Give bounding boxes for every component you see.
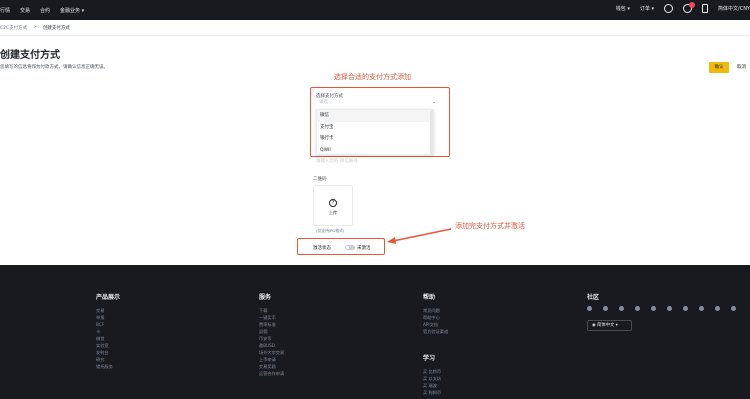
chevron-down-icon: ▾ [614, 323, 618, 328]
footer-link[interactable]: 卡 [96, 328, 120, 335]
download-icon[interactable] [702, 4, 709, 13]
annotation-arrow [387, 228, 452, 244]
footer-link[interactable]: 帮助中心 [423, 314, 448, 321]
activation-status-value: 未激活 [357, 246, 371, 251]
footer-col-services: 服务 下载 一键买币 费率标准 返佣 币安币 邀BUSD 场外大宗交易 上币申请… [259, 292, 284, 377]
discord-icon[interactable] [587, 306, 592, 311]
account-input-placeholder[interactable]: 请输入您的·微信账号 [316, 158, 358, 164]
reddit-icon[interactable] [635, 306, 640, 311]
footer-link[interactable]: 费率标准 [259, 321, 284, 328]
footer-link[interactable]: 研究 [96, 356, 120, 363]
option-wechat[interactable]: 微信 [317, 110, 433, 122]
divider [0, 35, 750, 36]
annotation-select-method: 选择合适的支付方式添加 [334, 73, 411, 81]
activation-toggle[interactable] [345, 245, 355, 250]
footer-col-community: 社区 [587, 292, 599, 307]
footer-col-title: 帮助 [423, 294, 436, 301]
footer-col-title: 服务 [259, 294, 272, 301]
option-alipay[interactable]: 支付宝 [317, 122, 433, 134]
footer-link[interactable]: 买 以太坊 [423, 375, 441, 382]
footer-link[interactable]: 官方验证渠道 [423, 328, 448, 335]
nav-item-finance[interactable]: 金融业务 ▾ [60, 7, 84, 14]
qr-code-label: 二维码 [313, 177, 327, 182]
footer-link[interactable]: 币安币 [259, 335, 284, 342]
nav-item-orders[interactable]: 订单 ▾ [640, 5, 654, 12]
upload-icon: ? [329, 199, 337, 207]
coinmarketcap-icon[interactable] [699, 306, 704, 311]
footer-link[interactable]: 猎托服务 [96, 363, 120, 370]
page-title: 创建支付方式 [0, 50, 60, 61]
breadcrumb-parent[interactable]: C2C支付方式 [0, 25, 27, 31]
footer-link[interactable]: 常见问题 [423, 307, 448, 314]
footer-link[interactable]: 实验室 [96, 342, 120, 349]
twitter-icon[interactable] [619, 306, 624, 311]
footer-link[interactable]: 交易 [96, 307, 120, 314]
footer-link[interactable]: 买 狗狗币 [423, 389, 441, 396]
nav-language-currency[interactable]: 简体中文/CNY [718, 5, 750, 12]
nav-item-futures[interactable]: 合约 [40, 7, 50, 14]
footer-link[interactable]: 借贷 [96, 335, 120, 342]
instagram-icon[interactable] [683, 306, 688, 311]
payment-method-placeholder: 请选 [319, 100, 328, 105]
chevron-down-icon: ⌄ [432, 100, 436, 105]
footer-col-title: 社区 [587, 294, 600, 301]
nav-item-wallet[interactable]: 钱包 ▾ [616, 5, 630, 12]
breadcrumb-current: 创建支付方式 [42, 26, 70, 31]
cancel-button[interactable]: 取消 [737, 64, 746, 70]
page-subtitle: 您填写的信息将作为付款方式，请确认信息正确无误。 [0, 65, 108, 70]
vk-icon[interactable] [715, 306, 720, 311]
upload-label: 上传 [329, 210, 337, 215]
footer-link[interactable]: 一键买币 [259, 314, 284, 321]
option-bank-card[interactable]: 银行卡 [317, 133, 433, 145]
footer-link[interactable]: 交易奖励 [259, 363, 284, 370]
option-qiwi[interactable]: QIWI [317, 145, 433, 157]
qr-upload-area[interactable]: ? 上传 [313, 185, 353, 226]
footer-link[interactable]: 发射台 [96, 349, 120, 356]
nav-item-markets[interactable]: 行情 [0, 7, 10, 14]
weibo-icon[interactable] [667, 306, 672, 311]
footer-link[interactable]: BCF [96, 321, 120, 328]
footer-link[interactable]: 买 瑞波 [423, 382, 441, 389]
breadcrumb-separator: > [33, 25, 37, 30]
footer: 产品展示 交易 举报 BCF 卡 借贷 实验室 发射台 研究 猎托服务 服务 下… [0, 265, 750, 399]
footer-col-title: 学习 [423, 355, 436, 362]
annotation-box-status [297, 238, 385, 255]
user-icon[interactable] [664, 4, 674, 13]
payment-method-dropdown: 微信 支付宝 银行卡 QIWI [316, 109, 434, 157]
social-icons [587, 306, 736, 311]
telegram-icon[interactable] [603, 306, 608, 311]
footer-col-help: 帮助 常见问题 帮助中心 API文档 官方验证渠道 [423, 292, 448, 335]
footer-language-label: 简体中文 [597, 323, 615, 328]
footer-link[interactable]: 运营合作申请 [259, 370, 284, 377]
upload-hint: (仅支持JPG格式) [316, 228, 345, 233]
footer-link[interactable]: API文档 [423, 321, 448, 328]
footer-link[interactable]: 返佣 [259, 328, 284, 335]
footer-language-select[interactable]: ◉ 简体中文 ▾ [587, 320, 632, 331]
facebook-icon[interactable] [651, 306, 656, 311]
bell-icon[interactable] [683, 2, 696, 13]
footer-col-learn: 学习 买 比特币 买 以太坊 买 瑞波 买 狗狗币 [423, 353, 441, 396]
activation-status-label: 激活状态 [313, 246, 331, 251]
payment-method-select[interactable]: 请选 ⌄ [316, 98, 438, 108]
footer-col-title: 产品展示 [96, 294, 121, 301]
dropdown-scrollbar[interactable] [430, 110, 433, 156]
top-navbar: 行情 交易 合约 金融业务 ▾ 钱包 ▾ 订单 ▾ 简体中文/CNY [0, 0, 750, 20]
footer-col-products: 产品展示 交易 举报 BCF 卡 借贷 实验室 发射台 研究 猎托服务 [96, 292, 120, 370]
breadcrumb: C2C支付方式 > 创建支付方式 [0, 25, 70, 31]
footer-link[interactable]: 举报 [96, 314, 120, 321]
footer-link[interactable]: 场外大宗交易 [259, 349, 284, 356]
notification-badge [689, 2, 696, 8]
nav-item-trade[interactable]: 交易 [20, 7, 30, 14]
confirm-button[interactable]: 确认 [709, 62, 729, 73]
footer-link[interactable]: 下载 [259, 307, 284, 314]
footer-link[interactable]: 买 比特币 [423, 368, 441, 375]
footer-link[interactable]: 上币申请 [259, 356, 284, 363]
annotation-activate: 添加完支付方式并激活 [455, 222, 525, 230]
youtube-icon[interactable] [731, 306, 736, 311]
footer-link[interactable]: 邀BUSD [259, 342, 284, 349]
